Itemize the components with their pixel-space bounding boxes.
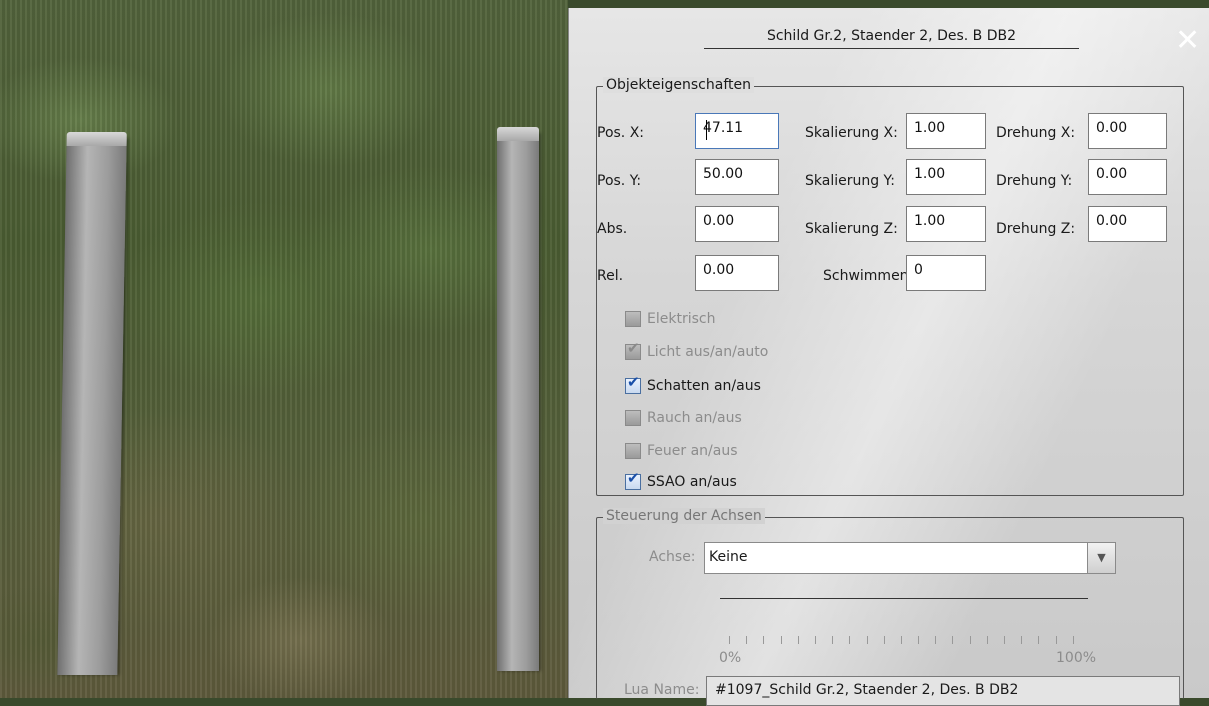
swim-field[interactable]: 0 — [906, 255, 986, 291]
object-properties-legend: Objekteigenschaften — [603, 77, 754, 93]
close-icon[interactable]: ✕ — [1175, 26, 1200, 56]
rot-x-field[interactable]: 0.00 — [1088, 113, 1167, 149]
checkbox-box: ✔ — [625, 469, 641, 490]
checkmark-icon: ✔ — [627, 469, 640, 487]
dialog-title: Schild Gr.2, Staender 2, Des. B DB2 — [704, 28, 1079, 49]
checkbox-label: Licht aus/an/auto — [647, 344, 769, 360]
checkbox-label: SSAO an/aus — [647, 474, 737, 490]
checkbox-box — [625, 311, 641, 327]
abs-label: Abs. — [597, 221, 628, 237]
checkbox-label: Elektrisch — [647, 311, 716, 327]
axis-select[interactable]: Keine — [704, 542, 1116, 574]
3d-viewport[interactable] — [0, 0, 568, 698]
checkbox-box: ✔ — [625, 373, 641, 394]
scale-y-field[interactable]: 1.00 — [906, 159, 986, 195]
rot-y-field[interactable]: 0.00 — [1088, 159, 1167, 195]
checkbox-box — [625, 443, 641, 459]
scale-y-label: Skalierung Y: — [805, 173, 895, 189]
rel-label: Rel. — [597, 268, 624, 284]
abs-field[interactable]: 0.00 — [695, 206, 779, 242]
lua-name-label: Lua Name: — [624, 682, 700, 698]
object-properties-dialog: Schild Gr.2, Staender 2, Des. B DB2 ✕ Ob… — [568, 8, 1209, 706]
scale-x-field[interactable]: 1.00 — [906, 113, 986, 149]
axis-label: Achse: — [649, 549, 696, 565]
scale-x-label: Skalierung X: — [805, 125, 898, 141]
checkbox-label: Feuer an/aus — [647, 443, 738, 459]
pos-x-field[interactable]: 47.11 — [695, 113, 779, 149]
lua-name-field[interactable]: #1097_Schild Gr.2, Staender 2, Des. B DB… — [706, 676, 1180, 706]
rot-y-label: Drehung Y: — [996, 173, 1073, 189]
checkbox-schatten[interactable]: ✔ Schatten an/aus — [625, 375, 761, 397]
chevron-down-icon[interactable]: ▼ — [1087, 542, 1116, 574]
axis-slider-ticks — [729, 636, 1074, 646]
scale-z-field[interactable]: 1.00 — [906, 206, 986, 242]
pos-y-label: Pos. Y: — [597, 173, 642, 189]
checkbox-rauch[interactable]: Rauch an/aus — [625, 407, 742, 429]
pos-y-field[interactable]: 50.00 — [695, 159, 779, 195]
scale-z-label: Skalierung Z: — [805, 221, 898, 237]
rot-z-field[interactable]: 0.00 — [1088, 206, 1167, 242]
text-caret — [706, 120, 707, 140]
slider-min-label: 0% — [719, 650, 742, 666]
checkmark-icon: ✔ — [627, 373, 640, 391]
rel-field[interactable]: 0.00 — [695, 255, 779, 291]
rot-x-label: Drehung X: — [996, 125, 1076, 141]
rot-z-label: Drehung Z: — [996, 221, 1076, 237]
slider-max-label: 100% — [1056, 650, 1097, 666]
checkbox-ssao[interactable]: ✔ SSAO an/aus — [625, 471, 737, 493]
axis-slider-track[interactable] — [720, 598, 1088, 599]
checkbox-box — [625, 410, 641, 426]
checkbox-licht[interactable]: ✔ Licht aus/an/auto — [625, 341, 768, 363]
signpost-left — [57, 138, 127, 675]
checkbox-label: Rauch an/aus — [647, 410, 742, 426]
checkbox-elektrisch[interactable]: Elektrisch — [625, 308, 715, 330]
object-properties-group: Objekteigenschaften Pos. X: 47.11 Pos. Y… — [596, 77, 1184, 496]
swim-label: Schwimmen: — [823, 268, 914, 284]
checkbox-box: ✔ — [625, 339, 641, 360]
signpost-right — [497, 127, 539, 671]
checkmark-icon: ✔ — [627, 339, 640, 357]
checkbox-feuer[interactable]: Feuer an/aus — [625, 440, 738, 462]
checkbox-label: Schatten an/aus — [647, 378, 761, 394]
axis-control-legend: Steuerung der Achsen — [603, 508, 765, 524]
pos-x-label: Pos. X: — [597, 125, 645, 141]
